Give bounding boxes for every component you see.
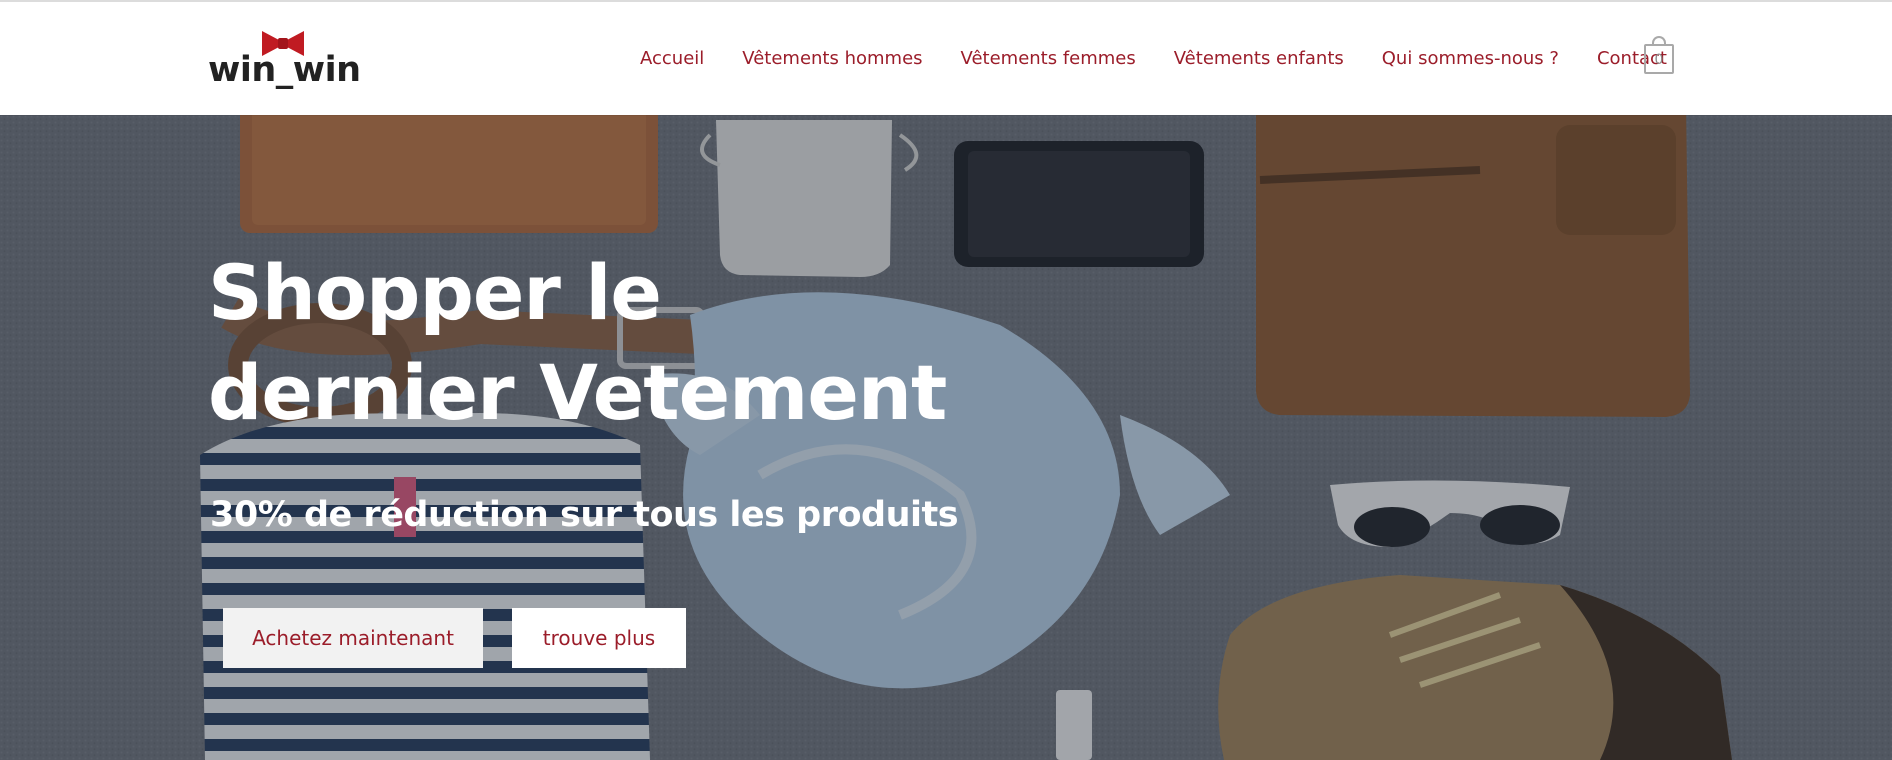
cart-button[interactable]: 0 xyxy=(1644,36,1678,78)
nav-vetements-femmes[interactable]: Vêtements femmes xyxy=(961,48,1136,69)
main-navigation: Accueil Vêtements hommes Vêtements femme… xyxy=(640,2,1667,115)
find-more-button[interactable]: trouve plus xyxy=(512,608,686,668)
site-header: win_win Accueil Vêtements hommes Vêtemen… xyxy=(0,2,1892,115)
hero-banner: Shopper le dernier Vetement 30% de réduc… xyxy=(0,115,1892,760)
hero-subtitle: 30% de réduction sur tous les produits xyxy=(210,495,959,535)
site-logo[interactable]: win_win xyxy=(208,28,361,90)
hero-title: Shopper le dernier Vetement xyxy=(208,248,947,437)
nav-vetements-hommes[interactable]: Vêtements hommes xyxy=(742,48,922,69)
cart-count: 0 xyxy=(1644,44,1674,74)
shop-now-button[interactable]: Achetez maintenant xyxy=(223,608,483,668)
nav-vetements-enfants[interactable]: Vêtements enfants xyxy=(1174,48,1344,69)
nav-accueil[interactable]: Accueil xyxy=(640,48,704,69)
logo-text: win_win xyxy=(208,50,361,90)
nav-qui-sommes-nous[interactable]: Qui sommes-nous ? xyxy=(1382,48,1559,69)
